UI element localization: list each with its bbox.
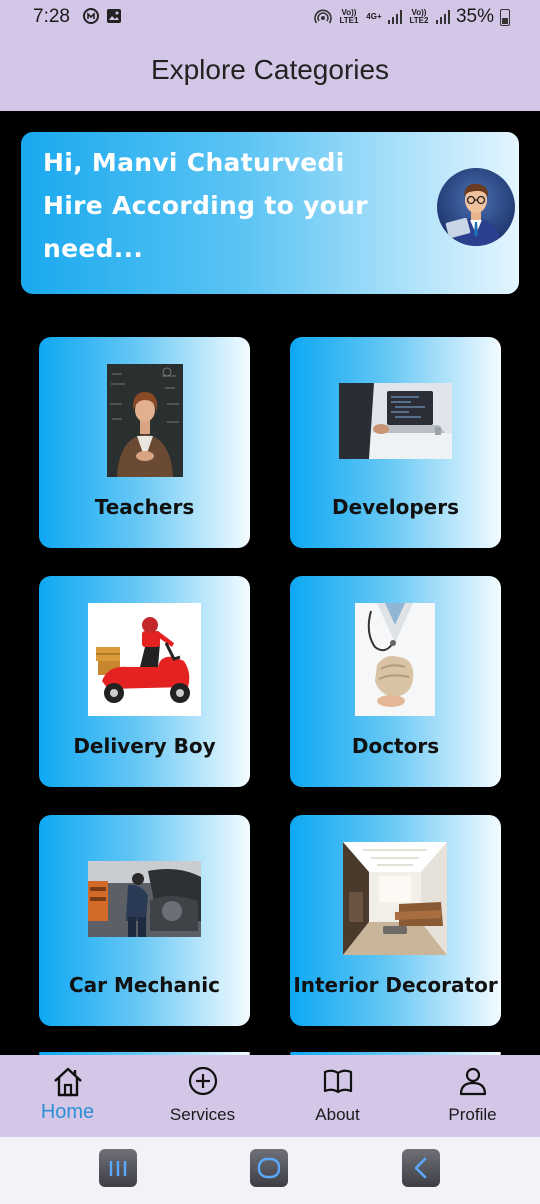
system-navigation-bar bbox=[0, 1137, 540, 1204]
teacher-image bbox=[107, 364, 183, 477]
book-icon bbox=[323, 1069, 352, 1094]
delivery-scooter-image bbox=[88, 603, 201, 716]
nav-profile[interactable]: Profile bbox=[405, 1055, 540, 1137]
category-label: Developers bbox=[331, 495, 459, 519]
nav-home[interactable]: Home bbox=[0, 1055, 135, 1137]
person-icon bbox=[459, 1067, 486, 1096]
nav-about-label: About bbox=[315, 1105, 360, 1124]
signal-strength-2-icon bbox=[435, 10, 450, 24]
status-time: 7:28 bbox=[33, 6, 70, 27]
app-header: 7:28 Vo)) LTE1 4G+ Vo)) LTE2 35% Explore… bbox=[0, 0, 540, 111]
back-button[interactable] bbox=[402, 1149, 440, 1187]
category-card-interior-decorator[interactable]: Interior Decorator bbox=[290, 815, 501, 1026]
category-card-doctors[interactable]: Doctors bbox=[290, 576, 501, 787]
nav-home-label: Home bbox=[40, 1101, 95, 1123]
network-label-4g: 4G+ bbox=[366, 12, 382, 21]
home-circle-icon bbox=[257, 1157, 281, 1179]
page-title: Explore Categories bbox=[150, 54, 390, 85]
category-label: Delivery Boy bbox=[73, 734, 216, 758]
hotspot-icon bbox=[314, 9, 332, 24]
greeting-line-3: need... bbox=[43, 234, 144, 263]
greeting-line-1: Hi, Manvi Chaturvedi bbox=[43, 148, 345, 177]
network-label-lte2: Vo)) LTE2 bbox=[409, 8, 429, 25]
category-card-car-mechanic[interactable]: Car Mechanic bbox=[39, 815, 250, 1026]
recent-apps-button[interactable] bbox=[99, 1149, 137, 1187]
category-card-teachers[interactable]: Teachers bbox=[39, 337, 250, 548]
developer-laptop-image bbox=[339, 383, 452, 459]
nav-profile-label: Profile bbox=[448, 1105, 497, 1124]
status-indicators: Vo)) LTE1 4G+ Vo)) LTE2 35% bbox=[314, 6, 510, 28]
add-circle-icon bbox=[188, 1066, 217, 1096]
bottom-navigation: Home Services About Profile bbox=[0, 1055, 540, 1137]
home-icon bbox=[53, 1067, 82, 1097]
home-system-button[interactable] bbox=[250, 1149, 288, 1187]
app-notification-icon bbox=[83, 8, 99, 24]
battery-icon bbox=[500, 8, 510, 26]
back-chevron-icon bbox=[414, 1157, 427, 1179]
category-label: Teachers bbox=[94, 495, 195, 519]
category-label: Car Mechanic bbox=[68, 973, 220, 997]
category-label: Doctors bbox=[351, 734, 440, 758]
nav-services-label: Services bbox=[169, 1105, 236, 1124]
category-card-developers[interactable]: Developers bbox=[290, 337, 501, 548]
gallery-notification-icon bbox=[107, 9, 121, 23]
car-mechanic-image bbox=[88, 861, 201, 937]
network-label-lte1: Vo)) LTE1 bbox=[339, 8, 359, 25]
doctor-image bbox=[355, 603, 435, 716]
nav-services[interactable]: Services bbox=[135, 1055, 270, 1137]
status-bar: 7:28 Vo)) LTE1 4G+ Vo)) LTE2 35% bbox=[0, 0, 540, 34]
category-label: Interior Decorator bbox=[293, 973, 498, 997]
nav-about[interactable]: About bbox=[270, 1055, 405, 1137]
user-avatar[interactable] bbox=[437, 168, 515, 246]
interior-room-image bbox=[343, 842, 447, 955]
category-card-delivery-boy[interactable]: Delivery Boy bbox=[39, 576, 250, 787]
businessman-avatar-image bbox=[445, 183, 501, 246]
recent-apps-icon bbox=[109, 1161, 127, 1176]
signal-strength-1-icon bbox=[387, 10, 402, 24]
battery-percent: 35% bbox=[455, 6, 494, 27]
greeting-banner: Hi, Manvi Chaturvedi Hire According to y… bbox=[21, 132, 519, 294]
greeting-line-2: Hire According to your bbox=[43, 191, 368, 220]
